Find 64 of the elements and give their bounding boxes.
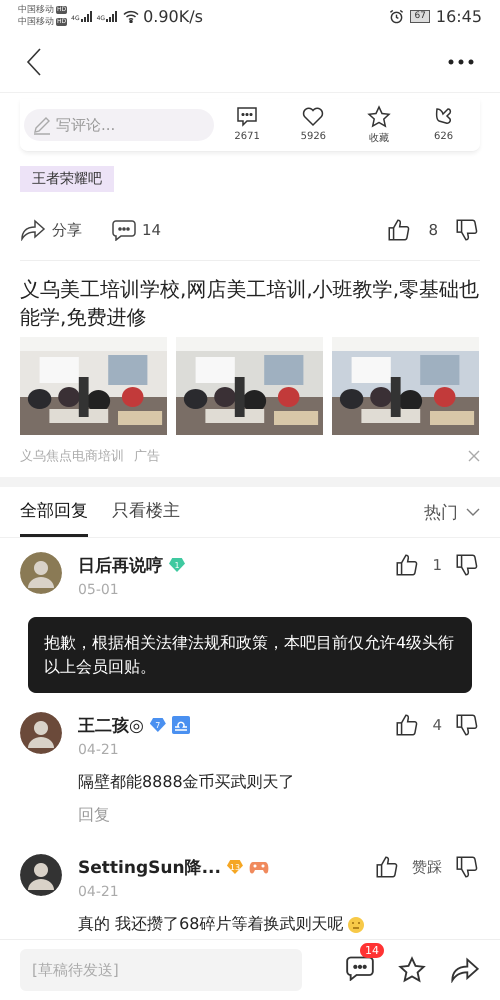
stat-button[interactable]: 5926 [300,105,326,145]
like-count: 4 [432,716,442,734]
thumbs-down-icon[interactable] [454,712,480,738]
wifi-icon [123,10,140,22]
alarm-icon [389,8,404,24]
more-icon[interactable] [448,59,474,65]
carrier-name: 中国移动 [18,4,54,16]
notification-badge: 14 [360,943,384,958]
stat-button[interactable]: 2671 [234,105,260,145]
username[interactable]: SettingSun降... [78,856,221,878]
thumbs-down-icon[interactable] [454,552,480,578]
reply-tab[interactable]: 只看楼主 [112,487,180,537]
share-icon [20,219,46,241]
comment-text: 真的 我还攒了68碎片等着换武则天呢 [78,914,344,935]
pencil-icon [32,115,52,135]
avatar[interactable] [20,854,62,896]
forum-tag[interactable]: 王者荣耀吧 [20,166,114,192]
star-icon [366,105,391,129]
thumbs-up-icon[interactable] [386,217,412,243]
username[interactable]: 王二孩◎ [78,714,144,736]
level-badge: 1 [169,558,185,572]
thumbs-down-icon[interactable] [454,217,480,243]
reply-field[interactable]: [草稿待发送] [20,949,302,991]
network-speed: 0.90K/s [143,6,203,26]
permission-toast: 抱歉，根据相关法律法规和政策，本吧目前仅允许4级头衔以上会员回贴。 [28,617,472,693]
gamepad-icon [248,859,269,875]
thumbs-up-icon[interactable] [374,854,400,880]
comment-icon [112,219,136,241]
like-count: 8 [428,221,438,239]
comment-icon [235,105,260,129]
battery-level: 67 [410,10,430,22]
comments-button[interactable]: 14 [112,219,162,241]
like-count: 赞踩 [412,858,442,876]
username[interactable]: 日后再说哼 [78,554,163,576]
stat-button[interactable]: 626 [432,105,456,145]
comment-icon[interactable] [346,955,374,981]
clock: 16:45 [436,6,482,26]
thumbs-up-icon[interactable] [394,712,420,738]
ad-label: 广告 [134,448,160,465]
like-count: 1 [432,556,442,574]
level-badge: 7 [150,718,166,732]
signal-icon [80,10,93,22]
signal-icon [106,10,118,22]
avatar[interactable] [20,712,62,754]
comment-date: 04-21 [78,884,120,900]
thumbs-down-icon[interactable] [454,854,480,880]
ad-source: 义乌焦点电商培训 [20,448,124,465]
thumbs-up-icon[interactable] [394,552,420,578]
reply-tab[interactable]: 全部回复 [20,487,88,537]
share-icon[interactable] [450,957,480,983]
comment-date: 05-01 [78,582,120,598]
comment-text: 隔壁都能8888金币买武则天了 [78,772,295,793]
heart-icon [301,105,326,129]
star-icon[interactable] [398,956,426,984]
share-button[interactable]: 分享 [20,219,82,241]
carrier-name: 中国移动 [18,16,54,28]
zodiac-icon [172,716,190,734]
chevron-down-icon [466,508,480,516]
stat-button[interactable]: 收藏 [366,105,391,145]
sort-dropdown[interactable]: 热门 [424,500,480,524]
level-badge: 13 [226,860,243,874]
back-icon[interactable] [26,48,42,76]
ad-title[interactable]: 义乌美工培训学校,网店美工培训,小班教学,零基础也能学,免费进修 [20,275,480,331]
comment-date: 04-21 [78,742,120,758]
